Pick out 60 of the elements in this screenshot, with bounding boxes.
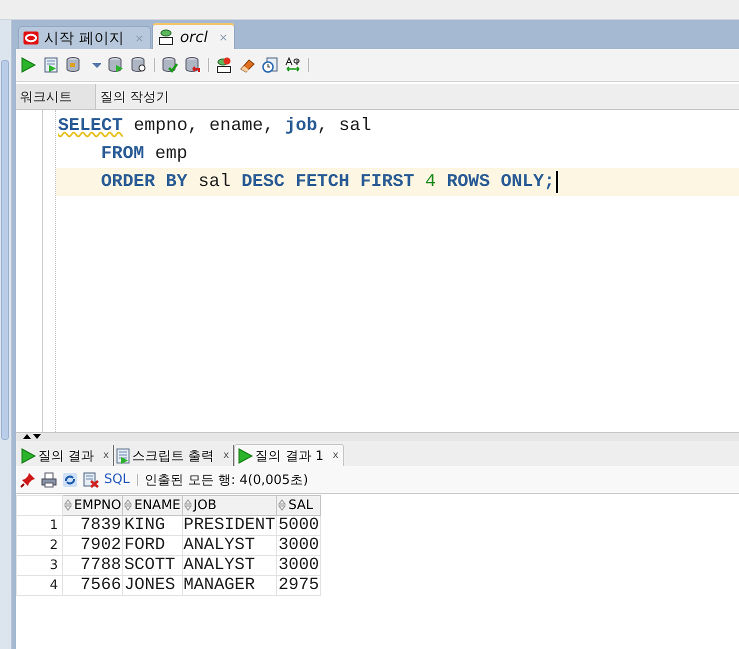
table-cell: 7902 (62, 536, 123, 556)
table-cell: ANALYST (182, 556, 277, 576)
close-button[interactable]: x (223, 450, 230, 461)
script-run-icon[interactable] (43, 57, 59, 73)
table-cell: ANALYST (182, 536, 277, 556)
status-text: 인출된 모든 행: 4(0,005초) (144, 472, 308, 488)
sql-link[interactable]: SQL (104, 472, 130, 487)
table-cell: 7566 (62, 576, 123, 596)
table-cell: JONES (122, 576, 182, 596)
clock-document-icon[interactable] (262, 57, 278, 73)
column-header[interactable]: JOB (182, 496, 277, 516)
run-icon[interactable] (20, 57, 36, 73)
font-arrows-icon[interactable] (285, 57, 301, 73)
table-cell: MANAGER (182, 576, 277, 596)
database-check-icon[interactable] (162, 57, 178, 73)
database-search-icon[interactable] (131, 57, 147, 73)
database-run-icon[interactable] (108, 57, 124, 73)
scroll-bar[interactable] (1, 60, 9, 440)
row-number: 1 (16, 516, 62, 536)
row-number: 2 (16, 536, 62, 556)
table-cell: 3000 (276, 536, 321, 556)
run-icon[interactable] (237, 448, 254, 464)
text-cursor (556, 171, 558, 193)
database-undo-icon[interactable] (185, 57, 201, 73)
column-header[interactable]: ENAME (122, 496, 182, 516)
table-cell: PRESIDENT (182, 516, 277, 536)
row-number: 3 (16, 556, 62, 576)
close-button[interactable]: x (103, 450, 110, 461)
logo-icon[interactable] (23, 31, 39, 45)
pin-icon[interactable] (20, 472, 36, 488)
run-icon[interactable] (20, 448, 36, 464)
table-cell: 2975 (276, 576, 321, 596)
eraser-icon[interactable] (239, 57, 255, 73)
collapse-arrows-icon[interactable] (22, 433, 42, 439)
code-line: SELECT empno, ename, job, sal (58, 116, 372, 136)
database-add-icon[interactable] (216, 57, 232, 73)
table-cell: 3000 (276, 556, 321, 576)
result-tab[interactable]: 질의 결과 1 x (234, 444, 344, 466)
document-delete-icon[interactable] (83, 472, 99, 488)
table-cell: 5000 (276, 516, 321, 536)
table-cell: SCOTT (122, 556, 182, 576)
table-cell: 7788 (62, 556, 123, 576)
database-icon[interactable] (66, 57, 82, 73)
table-cell: 7839 (62, 516, 123, 536)
code-line: ORDER BY sal DESC FETCH FIRST 4 ROWS ONLY; (101, 172, 555, 192)
document-tab[interactable]: 시작 페이지 × (18, 26, 151, 49)
tab[interactable]: 질의 작성기 (96, 84, 176, 109)
refresh-icon[interactable] (62, 472, 78, 488)
tab[interactable]: 워크시트 (16, 84, 96, 109)
printer-icon[interactable] (41, 472, 57, 488)
table-cell: FORD (122, 536, 182, 556)
code-line: FROM emp (101, 144, 188, 164)
row-number: 4 (16, 576, 62, 596)
close-button[interactable]: x (332, 450, 339, 461)
column-header[interactable]: SAL (276, 496, 321, 516)
document-tab[interactable]: orcl × (152, 23, 235, 49)
database-icon[interactable] (157, 28, 175, 46)
column-header[interactable]: EMPNO (62, 496, 123, 516)
table-cell: KING (122, 516, 182, 536)
document-icon[interactable] (116, 448, 130, 464)
